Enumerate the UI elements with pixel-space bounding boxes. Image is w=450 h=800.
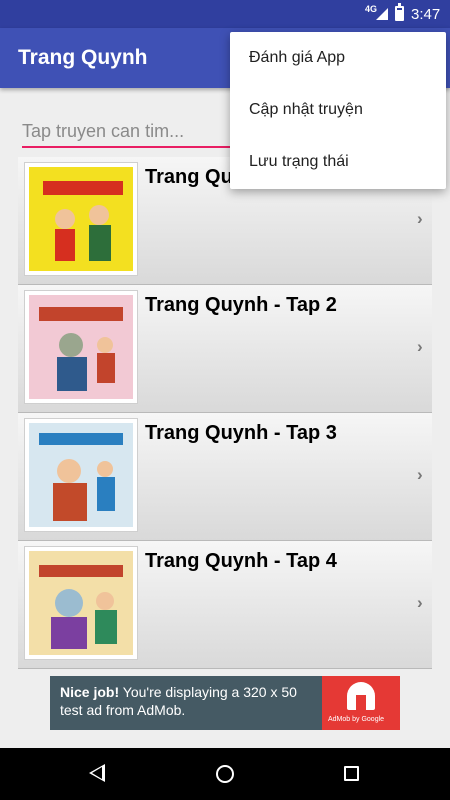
story-cover bbox=[24, 162, 138, 276]
signal-icon bbox=[376, 8, 388, 20]
home-icon[interactable] bbox=[216, 765, 234, 783]
story-row[interactable]: Trang Quynh - Tap 2 › bbox=[18, 285, 432, 413]
admob-icon bbox=[347, 682, 375, 710]
chevron-right-icon: › bbox=[417, 593, 423, 612]
chevron-right-icon: › bbox=[417, 465, 423, 484]
cover-art bbox=[29, 551, 133, 655]
status-bar: 4G 3:47 bbox=[0, 0, 450, 28]
menu-item-save-state[interactable]: Lưu trạng thái bbox=[230, 136, 446, 188]
cover-art bbox=[29, 295, 133, 399]
story-cover bbox=[24, 418, 138, 532]
admob-logo: AdMob by Google bbox=[322, 676, 400, 730]
admob-brand: AdMob by Google bbox=[328, 716, 385, 723]
app-title: Trang Quynh bbox=[18, 46, 148, 69]
story-title: Trang Quynh - Tap 4 bbox=[145, 550, 337, 572]
back-icon[interactable] bbox=[89, 764, 105, 782]
menu-item-rate-app[interactable]: Đánh giá App bbox=[230, 32, 446, 84]
cover-art bbox=[29, 167, 133, 271]
chevron-right-icon: › bbox=[417, 337, 423, 356]
overflow-menu: Đánh giá App Cập nhật truyện Lưu trạng t… bbox=[230, 32, 446, 189]
battery-icon bbox=[395, 3, 404, 21]
cover-art bbox=[29, 423, 133, 527]
story-list[interactable]: Trang Quynh › Trang Quynh - Tap 2 › Tran… bbox=[18, 157, 432, 669]
navigation-bar bbox=[0, 748, 450, 800]
story-row[interactable]: Trang Quynh - Tap 4 › bbox=[18, 541, 432, 669]
story-cover bbox=[24, 546, 138, 660]
ad-text: Nice job! You're displaying a 320 x 50 t… bbox=[60, 683, 320, 719]
chevron-right-icon: › bbox=[417, 209, 423, 228]
story-title: Trang Quynh - Tap 3 bbox=[145, 422, 337, 444]
status-time: 3:47 bbox=[411, 6, 441, 23]
story-row[interactable]: Trang Quynh - Tap 3 › bbox=[18, 413, 432, 541]
recents-icon[interactable] bbox=[344, 766, 359, 781]
menu-item-update-stories[interactable]: Cập nhật truyện bbox=[230, 84, 446, 136]
ad-headline: Nice job! bbox=[60, 684, 120, 700]
story-cover bbox=[24, 290, 138, 404]
ad-banner[interactable]: Nice job! You're displaying a 320 x 50 t… bbox=[50, 676, 400, 730]
story-title: Trang Quynh - Tap 2 bbox=[145, 294, 337, 316]
